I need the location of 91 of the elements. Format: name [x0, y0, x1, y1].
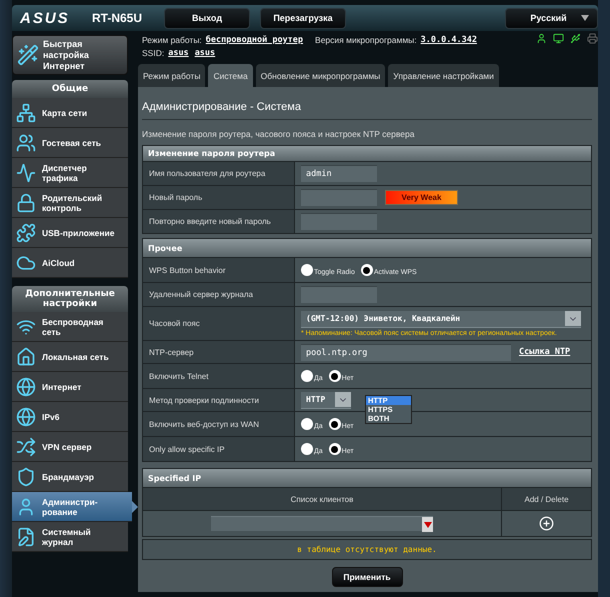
sidebar-item[interactable]: USB-приложение — [12, 218, 128, 248]
password-field[interactable] — [301, 189, 377, 206]
tab[interactable]: Режим работы — [138, 64, 206, 87]
sidebar-item[interactable]: Карта сети — [12, 98, 128, 128]
chevron-down-icon — [335, 392, 351, 407]
house-icon — [16, 346, 36, 366]
wand-icon — [17, 44, 39, 66]
field-label: Новый пароль — [143, 186, 295, 209]
mode-link[interactable]: беспроводной роутер — [206, 35, 304, 45]
tab[interactable]: Управление настройками — [388, 64, 499, 87]
lock-icon — [16, 192, 36, 212]
dropdown[interactable]: HTTP — [301, 392, 351, 408]
sidebar-item[interactable]: AiCloud — [12, 248, 128, 278]
dropdown[interactable]: (GMT-12:00) Эниветок, Квадкалейн — [301, 310, 581, 328]
text-field[interactable] — [301, 286, 377, 303]
sidebar-item[interactable]: Брандмауэр — [12, 462, 128, 492]
sidebar-item[interactable]: IPv6 — [12, 402, 128, 432]
user-icon[interactable] — [536, 32, 547, 44]
field-label: NTP-сервер — [143, 341, 295, 363]
ssid-link[interactable]: asus — [194, 48, 216, 58]
printer-icon[interactable] — [587, 32, 598, 44]
users-icon — [16, 132, 36, 152]
globe-icon — [16, 376, 36, 396]
tab[interactable]: Система — [208, 64, 253, 87]
sidebar-item[interactable]: Локальная сеть — [12, 342, 128, 372]
header-button[interactable]: Выход — [164, 8, 250, 28]
tab[interactable]: Обновление микропрограммы — [256, 64, 386, 87]
field-label: Включить Telnet — [143, 364, 295, 388]
field-label: Метод проверки подлинности — [143, 389, 295, 411]
chevron-down-icon — [565, 311, 581, 326]
radio-button[interactable] — [328, 443, 341, 455]
page-title: Администрирование - Система — [142, 101, 592, 120]
usb-icon[interactable] — [570, 32, 581, 44]
radio-button[interactable] — [301, 443, 313, 455]
client-dropdown[interactable] — [211, 516, 433, 531]
arrows-icon — [16, 436, 36, 456]
password-strength-meter: Very Weak — [385, 190, 458, 205]
caret-icon — [422, 517, 433, 532]
monitor-icon[interactable] — [553, 32, 564, 44]
ntp-link[interactable]: Ссылка NTP — [519, 347, 570, 357]
add-icon[interactable] — [539, 516, 554, 531]
field-label: Включить веб-доступ из WAN — [143, 412, 295, 436]
sidebar-item[interactable]: Интернет — [12, 372, 128, 402]
empty-table-message: в таблице отсутствуют данные. — [142, 539, 592, 560]
text-field[interactable]: admin — [301, 165, 377, 182]
field-label: Повторно введите новый пароль — [143, 210, 295, 233]
puzzle-icon — [16, 222, 36, 242]
globe-icon — [16, 406, 36, 426]
radio-button[interactable] — [328, 418, 341, 430]
section-header: Specified IP — [143, 469, 591, 487]
field-label: WPS Button behavior — [143, 258, 295, 282]
sidebar-item[interactable]: Системный журнал — [12, 522, 128, 552]
sidebar-item[interactable]: Гостевая сеть — [12, 128, 128, 158]
ssid-link[interactable]: asus — [168, 48, 189, 58]
text-field[interactable]: pool.ntp.org — [301, 344, 511, 360]
sidebar-item[interactable]: VPN сервер — [12, 432, 128, 462]
sidebar-item[interactable]: Родительский контроль — [12, 188, 128, 218]
network-icon — [16, 102, 36, 122]
firmware-link[interactable]: 3.0.0.4.342 — [420, 35, 477, 45]
section-header: Прочее — [143, 239, 591, 257]
section-header: Изменение пароля роутера — [143, 146, 591, 161]
mode-label: Режим работы: — [142, 35, 202, 45]
quick-setup-button[interactable]: Быстрая настройка Интернет — [12, 35, 128, 75]
field-label: Only allow specific IP — [143, 437, 295, 461]
sidebar-item[interactable]: Беспроводная сеть — [12, 312, 128, 342]
header-button[interactable]: Перезагрузка — [260, 8, 346, 28]
apply-button[interactable]: Применить — [332, 567, 402, 587]
radio-button[interactable] — [301, 264, 313, 276]
password-field[interactable] — [301, 213, 377, 230]
sidebar-item[interactable]: Диспетчер трафика — [12, 158, 128, 188]
chart-icon — [16, 162, 36, 182]
field-label: Часовой пояс — [143, 307, 295, 340]
radio-button[interactable] — [301, 370, 313, 382]
model-name: RT-N65U — [92, 11, 144, 25]
field-label: Удаленный сервер журнала — [143, 283, 295, 306]
sidebar-section-header: Дополнительные настройки — [12, 286, 128, 312]
sidebar-section-header: Общие — [12, 80, 128, 98]
firmware-label: Версия микропрограммы: — [315, 35, 417, 45]
radio-button[interactable] — [360, 264, 373, 276]
caret-icon — [580, 15, 589, 21]
shield-icon — [16, 466, 36, 486]
ssid-label: SSID: — [142, 48, 164, 58]
brand-logo: ASUS — [20, 10, 71, 26]
radio-button[interactable] — [301, 418, 313, 430]
column-header: Список клиентов — [143, 488, 501, 510]
language-dropdown[interactable]: Русский — [505, 8, 598, 28]
field-label: Имя пользователя для роутера — [143, 162, 295, 185]
page-description: Изменение пароля роутера, часового пояса и настроек NTP сервера — [142, 129, 416, 139]
column-header: Add / Delete — [501, 488, 591, 510]
pencil-icon — [16, 526, 36, 546]
radio-button[interactable] — [328, 370, 341, 382]
